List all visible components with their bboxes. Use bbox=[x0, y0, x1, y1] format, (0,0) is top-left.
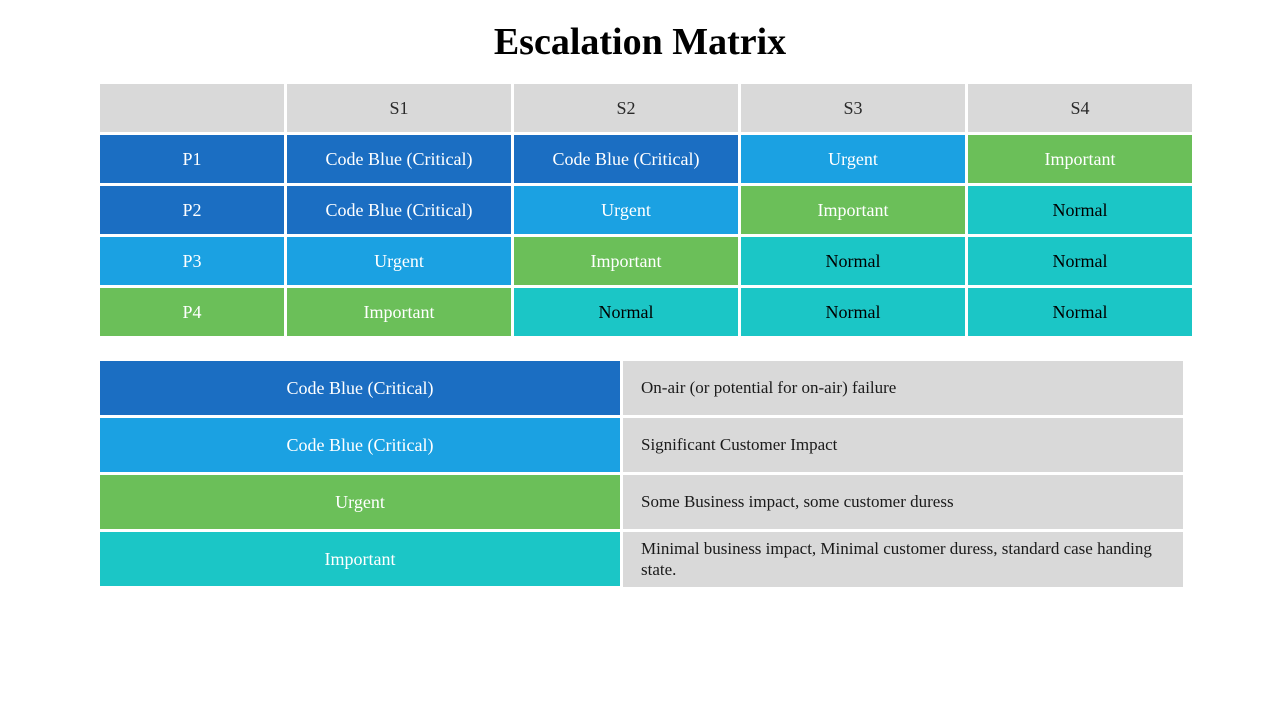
legend-description: Significant Customer Impact bbox=[623, 418, 1183, 472]
matrix-cell: Code Blue (Critical) bbox=[514, 135, 738, 183]
matrix-cell: Normal bbox=[741, 237, 965, 285]
matrix-row-label-p3: P3 bbox=[100, 237, 284, 285]
escalation-matrix-table: S1 S2 S3 S4 P1 Code Blue (Critical) Code… bbox=[100, 84, 1180, 336]
legend-table: Code Blue (Critical) On-air (or potentia… bbox=[100, 361, 1180, 587]
legend-description: Some Business impact, some customer dure… bbox=[623, 475, 1183, 529]
matrix-header-s4: S4 bbox=[968, 84, 1192, 132]
matrix-cell: Urgent bbox=[741, 135, 965, 183]
matrix-cell: Important bbox=[968, 135, 1192, 183]
matrix-cell: Urgent bbox=[514, 186, 738, 234]
matrix-cell: Normal bbox=[741, 288, 965, 336]
legend-label: Urgent bbox=[100, 475, 620, 529]
matrix-cell: Normal bbox=[968, 186, 1192, 234]
matrix-cell: Normal bbox=[968, 288, 1192, 336]
matrix-cell: Important bbox=[514, 237, 738, 285]
matrix-cell: Important bbox=[741, 186, 965, 234]
matrix-row-label-p4: P4 bbox=[100, 288, 284, 336]
matrix-header-s1: S1 bbox=[287, 84, 511, 132]
legend-label: Code Blue (Critical) bbox=[100, 361, 620, 415]
matrix-row-label-p2: P2 bbox=[100, 186, 284, 234]
matrix-cell: Normal bbox=[968, 237, 1192, 285]
legend-label: Code Blue (Critical) bbox=[100, 418, 620, 472]
matrix-header-s3: S3 bbox=[741, 84, 965, 132]
matrix-cell: Normal bbox=[514, 288, 738, 336]
matrix-row-label-p1: P1 bbox=[100, 135, 284, 183]
legend-description: Minimal business impact, Minimal custome… bbox=[623, 532, 1183, 587]
legend-description: On-air (or potential for on-air) failure bbox=[623, 361, 1183, 415]
matrix-cell: Code Blue (Critical) bbox=[287, 135, 511, 183]
matrix-header-s2: S2 bbox=[514, 84, 738, 132]
matrix-corner-cell bbox=[100, 84, 284, 132]
matrix-cell: Urgent bbox=[287, 237, 511, 285]
page-title: Escalation Matrix bbox=[100, 20, 1180, 64]
matrix-cell: Important bbox=[287, 288, 511, 336]
matrix-cell: Code Blue (Critical) bbox=[287, 186, 511, 234]
legend-label: Important bbox=[100, 532, 620, 586]
